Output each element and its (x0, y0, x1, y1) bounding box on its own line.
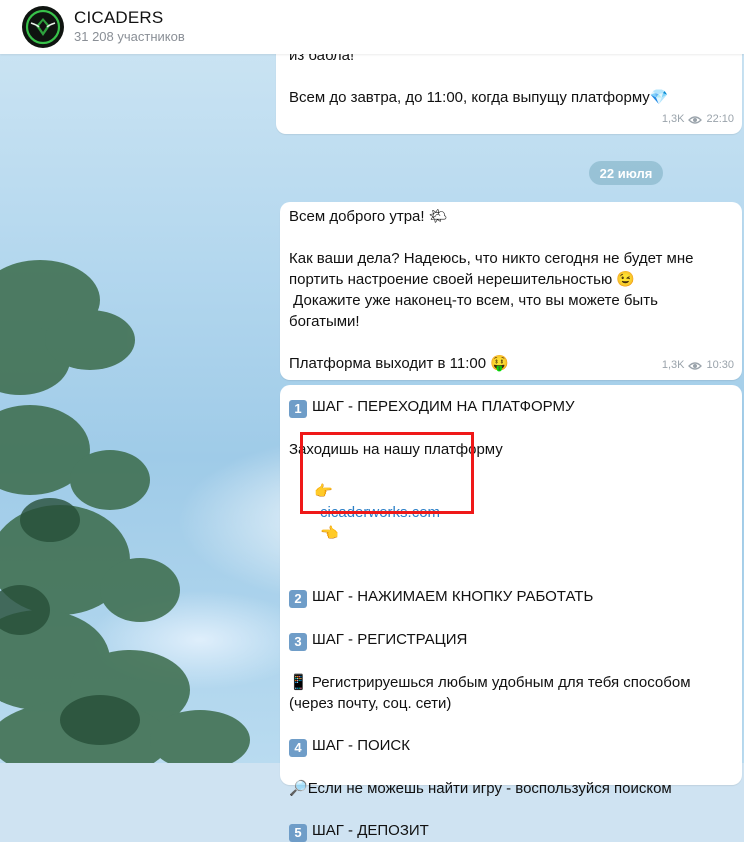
message-line: Платформа выходит в 11:00 🤑 (289, 355, 509, 372)
phone-icon: 📱 (289, 673, 308, 691)
step-description: 📱 Регистрируешься любым удобным для тебя… (289, 673, 691, 691)
step-number-badge: 3 (289, 633, 307, 651)
message-line: богатыми! (289, 313, 360, 330)
message-line: портить настроение своей нерешительность… (289, 271, 636, 288)
step-number-badge: 5 (289, 824, 307, 842)
step-heading: 5 ШАГ - ДЕПОЗИТ (289, 820, 691, 842)
pointing-left-icon: 👈 (320, 524, 339, 542)
step-heading: 2 ШАГ - НАЖИМАЕМ КНОПКУ РАБОТАТЬ (289, 586, 691, 608)
message-meta: 1,3K 22:10 (662, 109, 734, 130)
chat-header[interactable]: CICADERS 31 208 участников (0, 0, 744, 54)
message-line: Как ваши дела? Надеюсь, что никто сегодн… (289, 250, 694, 267)
step-number-badge: 2 (289, 590, 307, 608)
step-heading: 4 ШАГ - ПОИСК (289, 735, 691, 757)
date-separator: 22 июля (589, 161, 663, 185)
message-text: Всем до завтра, до 11:00, когда выпущу п… (289, 89, 669, 106)
step-heading: 3 ШАГ - РЕГИСТРАЦИЯ (289, 629, 691, 651)
channel-title: CICADERS (74, 8, 164, 27)
step-heading: 1 ШАГ - ПЕРЕХОДИМ НА ПЛАТФОРМУ (289, 396, 691, 418)
message-bubble[interactable]: Всем доброго утра! 🌤 Как ваши дела? Наде… (280, 202, 742, 380)
step-description: 🔎Если не можешь найти игру - воспользуйс… (289, 779, 672, 797)
eye-icon (688, 115, 703, 124)
message-line: Всем доброго утра! 🌤 (289, 208, 448, 225)
message-line: Докажите уже наконец-то всем, что вы мож… (289, 292, 658, 309)
member-count: 31 208 участников (74, 29, 185, 44)
highlight-box (300, 432, 474, 514)
message-meta: 1,3K 10:30 (662, 355, 734, 376)
view-count: 1,3K (661, 113, 685, 125)
view-count: 1,3K (661, 359, 685, 371)
step-description: (через почту, соц. сети) (289, 695, 452, 712)
message-time: 22:10 (706, 113, 734, 125)
step-number-badge: 4 (289, 739, 307, 757)
message-time: 10:30 (706, 359, 734, 371)
magnifier-icon: 🔎 (289, 779, 308, 797)
channel-avatar[interactable] (22, 6, 64, 48)
eye-icon (688, 361, 703, 370)
cicada-logo-icon (25, 9, 61, 45)
step-number-badge: 1 (289, 400, 307, 418)
